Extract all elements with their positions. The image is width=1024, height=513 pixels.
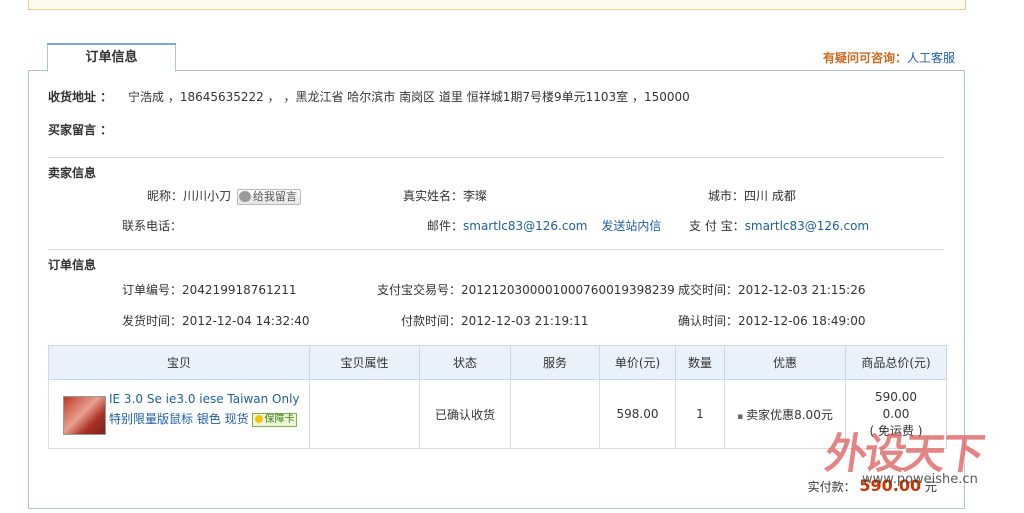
- unit-price-cell: 598.00: [599, 379, 676, 449]
- alipay-link[interactable]: smartlc83@126.com: [745, 219, 869, 233]
- actual-payment-label: 实付款：: [807, 480, 856, 494]
- ship-time-label: 发货时间：: [122, 314, 183, 328]
- col-header-item: 宝贝: [48, 345, 310, 380]
- pay-time-label: 付款时间：: [401, 314, 462, 328]
- product-title-block: IE 3.0 Se ie3.0 iese Taiwan Only 特别限量版鼠标…: [109, 389, 304, 429]
- order-items-table: 宝贝 宝贝属性 状态 服务 单价(元) 数量 优惠 商品总价(元) IE 3.0…: [48, 345, 947, 449]
- realname-value: 李璨: [463, 189, 488, 203]
- actual-payment-unit: 元: [924, 480, 937, 494]
- deal-time-label: 成交时间：: [678, 283, 739, 297]
- shipping-note: ( 免运费 ): [869, 423, 923, 438]
- shipping-address-value: 宁浩成 ，18645635222 ， ，黑龙江省 哈尔滨市 南岗区 道里 恒祥城…: [128, 90, 690, 104]
- top-notice-strip: [28, 0, 966, 10]
- order-number-label: 订单编号：: [122, 283, 183, 297]
- quantity-cell: 1: [675, 379, 725, 449]
- divider: [48, 157, 944, 158]
- seller-nickname: 昵称：川川小刀 给我留言: [147, 187, 301, 205]
- ship-time-value: 2012-12-04 14:32:40: [182, 314, 310, 328]
- col-header-attributes: 宝贝属性: [309, 345, 420, 380]
- guarantee-badge[interactable]: 保障卡: [252, 413, 298, 427]
- actual-payment-amount: 590.00: [859, 476, 922, 495]
- buyer-message-row: 买家留言 ：: [48, 121, 112, 138]
- nickname-label: 昵称：: [147, 189, 184, 203]
- tab-order-info[interactable]: 订单信息: [47, 43, 176, 72]
- alipay-trade-number: 支付宝交易号：2012120300001000760019398239: [377, 281, 675, 298]
- email-label: 邮件：: [427, 219, 464, 233]
- city-value: 四川 成都: [744, 189, 796, 203]
- ship-time: 发货时间：2012-12-04 14:32:40: [122, 312, 309, 329]
- discount-cell: 卖家优惠8.00元: [724, 379, 846, 449]
- help-question: 有疑问可咨询：: [822, 51, 907, 65]
- item-cell: IE 3.0 Se ie3.0 iese Taiwan Only 特别限量版鼠标…: [48, 379, 310, 449]
- col-header-service: 服务: [510, 345, 600, 380]
- buyer-message-label: 买家留言 ：: [48, 123, 113, 137]
- seller-phone: 联系电话：: [122, 217, 182, 234]
- seller-realname: 真实姓名：李璨: [403, 187, 487, 204]
- confirm-time-label: 确认时间：: [678, 314, 739, 328]
- phone-label: 联系电话：: [122, 219, 183, 233]
- actual-payment: 实付款： 590.00 元: [808, 476, 937, 495]
- deal-time: 成交时间：2012-12-03 21:15:26: [678, 281, 865, 298]
- guarantee-icon: [255, 415, 264, 423]
- divider: [48, 249, 944, 250]
- city-label: 城市：: [708, 189, 745, 203]
- col-header-status: 状态: [419, 345, 511, 380]
- table-row: IE 3.0 Se ie3.0 iese Taiwan Only 特别限量版鼠标…: [48, 379, 947, 449]
- guarantee-label: 保障卡: [264, 414, 295, 425]
- total-value: 590.00: [875, 389, 917, 404]
- col-header-quantity: 数量: [675, 345, 725, 380]
- product-thumbnail[interactable]: [63, 396, 106, 435]
- total-cell: 590.00 0.00 ( 免运费 ): [845, 379, 947, 449]
- pay-time-value: 2012-12-03 21:19:11: [461, 314, 589, 328]
- seller-alipay: 支 付 宝：smartlc83@126.com: [689, 217, 869, 234]
- shipping-address-row: 收货地址 ： 宁浩成 ，18645635222 ， ，黑龙江省 哈尔滨市 南岗区…: [48, 88, 690, 105]
- table-header-row: 宝贝 宝贝属性 状态 服务 单价(元) 数量 优惠 商品总价(元): [48, 345, 947, 380]
- order-detail-panel: 收货地址 ： 宁浩成 ，18645635222 ， ，黑龙江省 哈尔滨市 南岗区…: [28, 70, 965, 509]
- seller-info-title: 卖家信息: [48, 166, 97, 180]
- pay-time: 付款时间：2012-12-03 21:19:11: [401, 312, 588, 329]
- help-contact: 有疑问可咨询：人工客服: [823, 49, 955, 66]
- seller-city: 城市：四川 成都: [708, 187, 796, 204]
- attributes-cell: [309, 379, 420, 449]
- order-number: 订单编号：204219918761211: [122, 281, 297, 298]
- col-header-unit-price: 单价(元): [599, 345, 676, 380]
- status-cell: 已确认收货: [419, 379, 511, 449]
- order-info-title: 订单信息: [48, 258, 97, 272]
- nickname-value: 川川小刀: [183, 189, 232, 203]
- shipping-address-label: 收货地址 ：: [48, 90, 113, 104]
- email-link[interactable]: smartlc83@126.com: [463, 219, 587, 233]
- shipping-fee-value: 0.00: [882, 406, 910, 421]
- order-number-value: 204219918761211: [182, 283, 297, 297]
- discount-value: 卖家优惠8.00元: [737, 408, 833, 422]
- customer-service-link[interactable]: 人工客服: [907, 51, 955, 65]
- alipay-trade-label: 支付宝交易号：: [377, 283, 462, 297]
- col-header-discount: 优惠: [724, 345, 846, 380]
- confirm-time-value: 2012-12-06 18:49:00: [738, 314, 866, 328]
- alipay-trade-value: 2012120300001000760019398239: [461, 283, 675, 297]
- leave-message-button[interactable]: 给我留言: [236, 188, 301, 205]
- alipay-label: 支 付 宝：: [689, 219, 745, 233]
- service-cell: [510, 379, 600, 449]
- deal-time-value: 2012-12-03 21:15:26: [738, 283, 866, 297]
- leave-message-label: 给我留言: [252, 189, 297, 203]
- seller-email: 邮件：smartlc83@126.com 发送站内信: [427, 217, 661, 234]
- send-site-message-link[interactable]: 发送站内信: [601, 219, 661, 233]
- col-header-total: 商品总价(元): [845, 345, 947, 380]
- confirm-time: 确认时间：2012-12-06 18:49:00: [678, 312, 865, 329]
- chat-bubble-icon: [238, 190, 251, 202]
- realname-label: 真实姓名：: [403, 189, 464, 203]
